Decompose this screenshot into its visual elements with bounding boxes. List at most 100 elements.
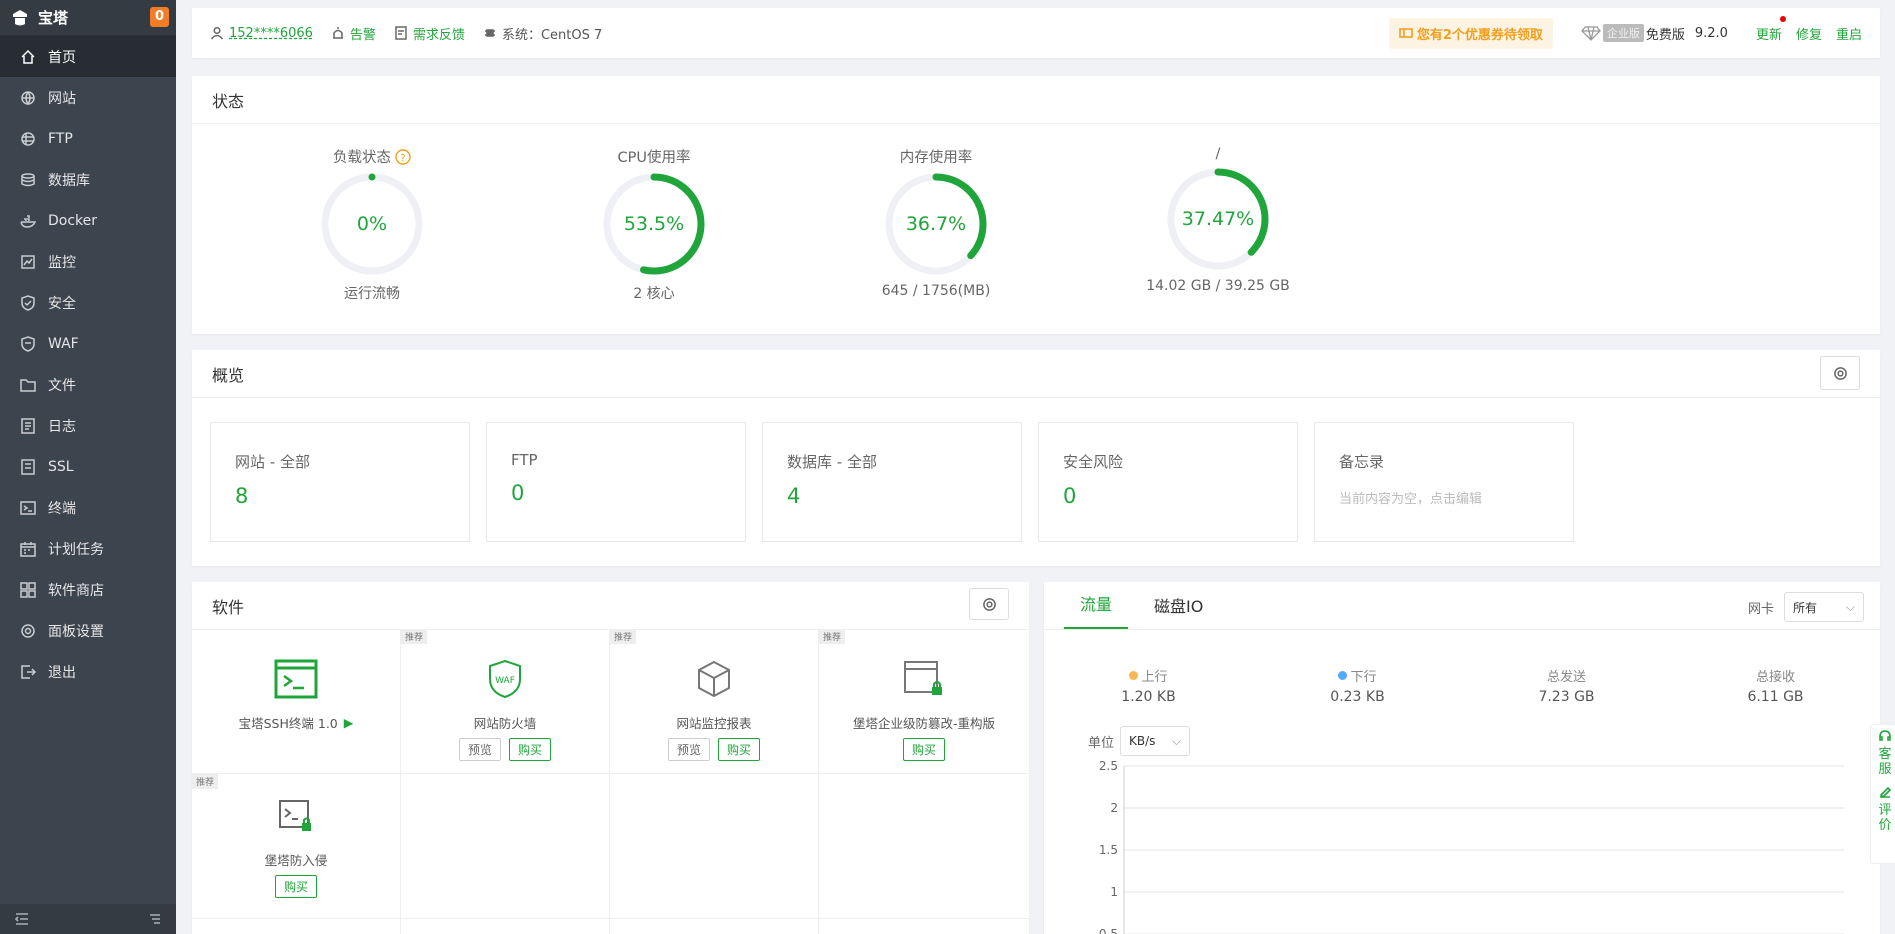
window-lock-icon — [904, 661, 942, 695]
update-button[interactable]: 更新 — [1756, 15, 1786, 43]
side-widget: 客服 评价 — [1870, 724, 1895, 864]
software-panel: 软件 宝塔SSH终端 1.0 ▶ 推荐 WAF 网站防火墙 预览 购买 推荐 网站监… — [192, 582, 1029, 934]
gear-icon — [1833, 366, 1847, 380]
coupon-banner[interactable]: 您有2个优惠券待领取 — [1388, 17, 1553, 49]
software-grid: 宝塔SSH终端 1.0 ▶ 推荐 WAF 网站防火墙 预览 购买 推荐 网站监控报表… — [192, 629, 1029, 934]
enterprise-tag: 企业版 — [1602, 24, 1644, 42]
overview-box-database[interactable]: 数据库 - 全部 4 — [762, 422, 1022, 542]
nav-item-files[interactable]: 文件 — [0, 364, 176, 405]
nav-item-logout[interactable]: 退出 — [0, 651, 176, 692]
nic-selector: 网卡 所有 ⌵ — [1748, 592, 1864, 622]
cube-icon — [698, 660, 730, 698]
nav-item-docker[interactable]: Docker — [0, 200, 176, 241]
nav-item-database[interactable]: 数据库 — [0, 159, 176, 200]
nav-item-store[interactable]: 软件商店 — [0, 569, 176, 610]
nav-item-monitor[interactable]: 监控 — [0, 241, 176, 282]
overview-box-memo[interactable]: 备忘录 当前内容为空，点击编辑 — [1314, 422, 1574, 542]
collapse-menu-icon[interactable] — [14, 911, 30, 927]
software-item-monitor-report[interactable]: 推荐 网站监控报表 预览 购买 — [610, 629, 819, 774]
nav-item-ssl[interactable]: SSL — [0, 446, 176, 487]
software-settings-button[interactable] — [969, 588, 1009, 620]
review-button[interactable]: 评价 — [1871, 781, 1895, 837]
customer-service-button[interactable]: 客服 — [1871, 725, 1895, 781]
buy-button[interactable]: 购买 — [509, 738, 552, 761]
stat-total-sent: 总发送 7.23 GB — [1538, 670, 1595, 705]
play-icon[interactable]: ▶ — [344, 715, 354, 730]
software-item-intrusion[interactable]: 推荐 堡塔防入侵 购买 — [192, 774, 401, 919]
gauge-2[interactable]: 内存使用率 36.7% 645 / 1756(MB) — [846, 76, 1026, 299]
buy-button[interactable]: 购买 — [274, 875, 317, 898]
help-icon[interactable]: ? — [395, 148, 411, 165]
gauge-value: 36.7% — [905, 213, 967, 235]
docker-icon — [20, 214, 36, 228]
alarm-icon — [332, 27, 343, 39]
version: 9.2.0 — [1694, 25, 1728, 41]
nav-item-terminal[interactable]: 终端 — [0, 487, 176, 528]
preview-button[interactable]: 预览 — [667, 738, 710, 761]
preview-button[interactable]: 预览 — [458, 738, 501, 761]
tab-disk-io[interactable]: 磁盘IO — [1138, 593, 1219, 629]
software-empty-slot — [401, 919, 610, 934]
software-item-ssh[interactable]: 宝塔SSH终端 1.0 ▶ — [192, 629, 401, 774]
user-account[interactable]: 152****6066 — [210, 26, 313, 41]
software-item-waf[interactable]: 推荐 WAF 网站防火墙 预览 购买 — [401, 629, 610, 774]
feedback-link[interactable]: 需求反馈 — [394, 24, 465, 43]
logout-icon — [21, 664, 36, 679]
terminal-icon — [274, 659, 318, 699]
buy-button[interactable]: 购买 — [902, 738, 945, 761]
restart-button[interactable]: 重启 — [1836, 24, 1862, 43]
tab-traffic[interactable]: 流量 — [1064, 591, 1129, 629]
gauge-3[interactable]: / 37.47% 14.02 GB / 39.25 GB — [1128, 76, 1308, 294]
nic-select[interactable]: 所有 ⌵ — [1784, 592, 1864, 622]
stat-download: 下行 0.23 KB — [1330, 670, 1385, 705]
gauge-ring: 0% — [317, 169, 427, 279]
gauge-0[interactable]: 负载状态? 0% 运行流畅 — [282, 76, 462, 303]
unit-select[interactable]: KB/s ⌵ — [1120, 726, 1191, 756]
alert-link[interactable]: 告警 — [331, 24, 376, 43]
nav-item-ftp[interactable]: FTP — [0, 118, 176, 159]
home-icon — [21, 49, 35, 64]
ssl-icon — [21, 458, 35, 475]
overview-settings-button[interactable] — [1820, 356, 1860, 390]
software-item-tamper[interactable]: 推荐 堡塔企业级防篡改-重构版 购买 — [819, 629, 1029, 774]
nav-item-logs[interactable]: 日志 — [0, 405, 176, 446]
overview-box-ftp[interactable]: FTP 0 — [486, 422, 746, 542]
terminal-icon — [20, 500, 36, 515]
nav-item-waf[interactable]: WAF — [0, 323, 176, 364]
nav-item-home[interactable]: 首页 — [0, 36, 176, 77]
message-badge[interactable]: 0 — [150, 7, 170, 27]
recommend-tag: 推荐 — [610, 629, 637, 644]
edition-info[interactable]: 企业版 免费版 — [1581, 24, 1685, 43]
gauge-sub: 14.02 GB / 39.25 GB — [1146, 278, 1290, 294]
nav-item-settings[interactable]: 面板设置 — [0, 610, 176, 651]
buy-button[interactable]: 购买 — [718, 738, 761, 761]
user-phone[interactable]: 152****6066 — [229, 26, 313, 41]
gauge-ring: 37.47% — [1163, 164, 1273, 274]
y-tick-label: 0.5 — [1099, 927, 1118, 934]
overview-title: 概览 — [192, 350, 1880, 398]
software-empty-slot — [192, 919, 401, 934]
recommend-tag: 推荐 — [401, 629, 428, 644]
feedback-icon — [395, 26, 407, 40]
nav-item-website[interactable]: 网站 — [0, 77, 176, 118]
user-icon — [210, 26, 224, 40]
chevron-down-icon: ⌵ — [1171, 733, 1182, 748]
monitor-icon — [21, 254, 35, 269]
nav-item-cron[interactable]: 计划任务 — [0, 528, 176, 569]
y-tick-label: 2 — [1110, 801, 1118, 815]
gauge-value: 53.5% — [623, 213, 685, 235]
gear-icon — [982, 597, 996, 611]
software-empty-slot — [819, 774, 1029, 919]
overview-box-security[interactable]: 安全风险 0 — [1038, 422, 1298, 542]
chip-icon — [484, 29, 495, 37]
software-empty-slot — [401, 774, 610, 919]
gauge-ring: 36.7% — [881, 169, 991, 279]
nav-item-security[interactable]: 安全 — [0, 282, 176, 323]
menu-lines-icon[interactable] — [146, 911, 162, 927]
sidebar-footer — [0, 904, 176, 934]
repair-button[interactable]: 修复 — [1796, 24, 1822, 43]
nav-menu: 首页 网站 FTP 数据库 Docker 监控 安全 WAF 文件 日志 SSL… — [0, 36, 176, 692]
overview-box-website[interactable]: 网站 - 全部 8 — [210, 422, 470, 542]
gauge-1[interactable]: CPU使用率 53.5% 2 核心 — [564, 76, 744, 303]
download-dot — [1338, 671, 1348, 680]
